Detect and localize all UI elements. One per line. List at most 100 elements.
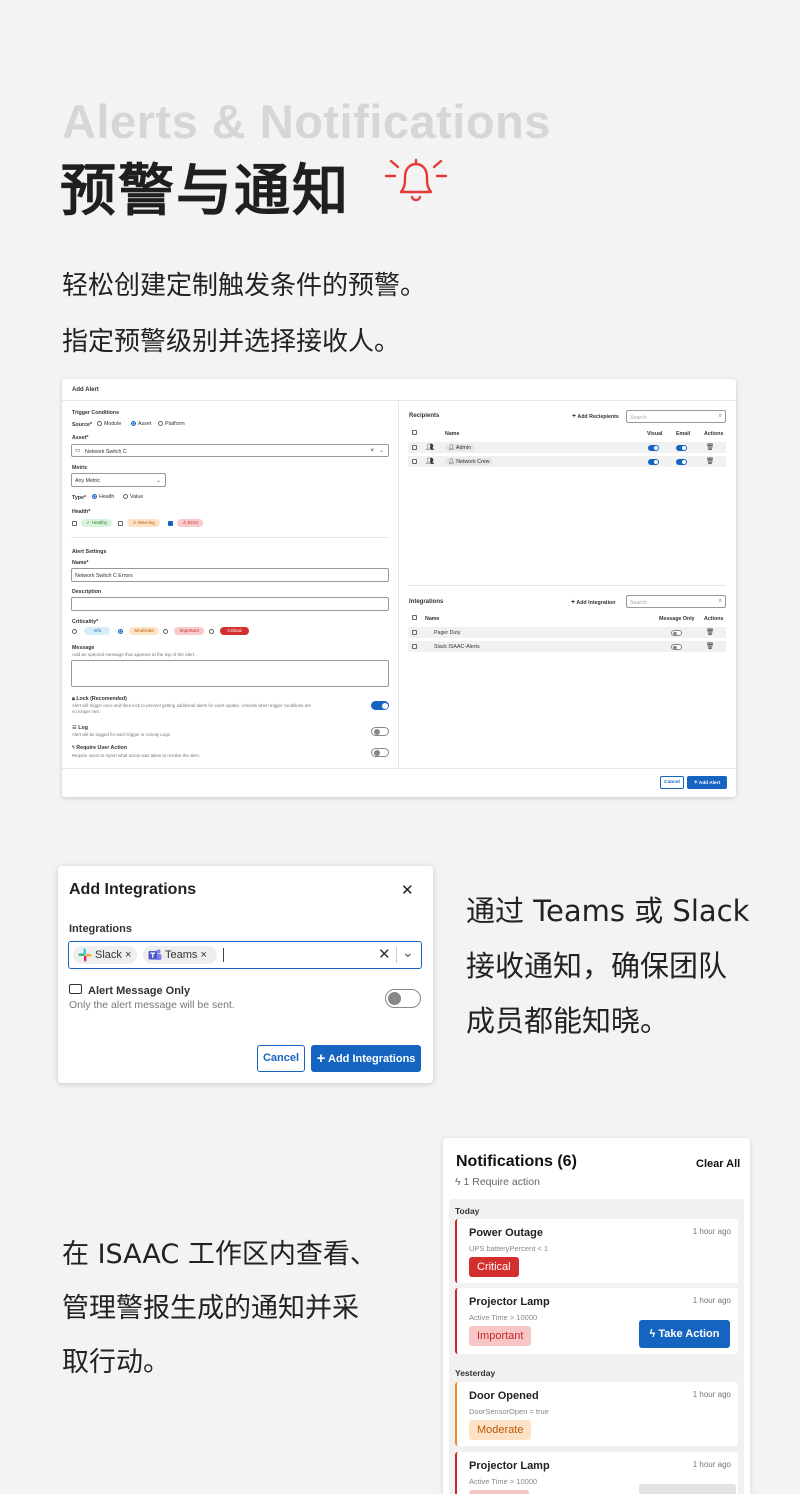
take-action-button[interactable] [639,1484,736,1494]
list-icon: ☰ [72,725,77,731]
integrations-heading: Integrations [409,599,444,605]
header-email: Email [676,431,691,437]
english-title: Alerts & Notifications [62,95,551,148]
select-all-checkbox[interactable] [412,615,417,621]
trash-icon[interactable]: 🗑︎ [706,457,714,465]
chevron-down-icon[interactable]: ⌄ [402,944,414,961]
log-toggle[interactable] [371,727,389,736]
chevron-down-icon: ⌄ [155,477,161,484]
alert-message-only-desc: Only the alert message will be sent. [69,999,235,1011]
alert-message-only-label: Alert Message Only [88,985,191,997]
type-label: Type* [72,495,87,501]
integrations-search-input[interactable]: Search ⌕ [626,595,726,608]
search-placeholder: Search [630,414,647,421]
alert-message-only-toggle[interactable] [385,989,421,1008]
integrations-label: Integrations [69,923,132,935]
metric-select[interactable]: Any Metric ⌄ [71,473,166,487]
criticality-radio-info[interactable]: Info [72,627,111,635]
lock-icon: 🔒︎ [72,696,75,702]
row-checkbox[interactable] [412,459,417,465]
alert-settings-heading: Alert Settings [72,549,107,555]
close-icon[interactable]: ✕ [401,881,414,899]
trash-icon[interactable]: 🗑︎ [706,443,714,451]
notification-title: Door Opened [469,1390,539,1402]
header-message-only: Message Only [659,616,695,622]
cancel-button[interactable]: Cancel [660,776,684,789]
add-recipients-button[interactable]: + Add Reciepients [572,413,619,420]
metric-value: Any Metric [75,478,101,484]
trigger-conditions-heading: Trigger Conditions [72,410,120,416]
criticality-label: Criticality* [72,619,99,625]
chip-teams[interactable]: Teams × [143,946,217,964]
add-integrations-button[interactable]: + Add Integrations [311,1045,421,1072]
clear-icon[interactable]: ✕ [378,945,391,963]
integration-name: Pager Duty [434,630,461,636]
add-integrations-dialog: Add Integrations ✕ Integrations Slack × … [58,866,433,1083]
side-text-2-line-1: 在 ISAAC 工作区内查看、 [62,1239,377,1270]
type-radio-value[interactable]: Value [123,494,143,500]
chip-remove-icon[interactable]: × [200,949,206,961]
message-only-toggle[interactable] [671,644,682,650]
source-radio-platform[interactable]: Platform [158,421,185,427]
health-checkbox-warning[interactable]: ⚠ Warning [118,519,160,527]
lock-desc-1: Alert will trigger once and then lock to… [72,703,311,708]
source-radio-asset[interactable]: Asset [131,421,151,427]
criticality-radio-critical[interactable]: Critical [209,627,249,635]
take-action-button[interactable]: ϟ Take Action [639,1320,730,1348]
chip-remove-icon[interactable]: × [125,949,131,961]
integrations-multiselect[interactable]: Slack × Teams × ✕ ⌄ [68,941,422,969]
health-checkbox-healthy[interactable]: ✓ Healthy [72,519,113,527]
notification-card[interactable]: Power Outage 1 hour ago UPS batteryPerce… [455,1219,738,1283]
name-input[interactable]: Network Switch C Errors [71,568,389,582]
notification-card[interactable]: Projector Lamp 1 hour ago Active Time > … [455,1288,738,1354]
notifications-panel: Notifications (6) Clear All ϟ 1 Require … [443,1138,750,1494]
trash-icon[interactable]: 🗑︎ [706,628,714,636]
criticality-radio-moderate[interactable]: Moderate [118,627,159,635]
email-toggle[interactable] [676,459,687,465]
add-alert-title: Add Alert [72,387,99,393]
lead-line-2: 指定预警级别并选择接收人。 [62,327,401,357]
notification-detail: DoorSensorOpen = true [469,1407,549,1416]
add-integration-button[interactable]: + Add Integration [571,599,616,606]
notification-card[interactable]: Projector Lamp 1 hour ago Active Time > … [455,1452,738,1494]
lock-desc-2: no longer met. [72,709,101,714]
add-alert-button[interactable]: + Add Alert [687,776,727,789]
badge-critical: Critical [469,1257,519,1277]
description-input[interactable] [71,597,389,611]
description-label: Description [72,589,102,595]
source-radio-module[interactable]: Module [97,421,121,427]
message-hint: Add an optional message that appears at … [72,652,196,657]
select-all-checkbox[interactable] [412,430,417,436]
recipients-search-input[interactable]: Search ⌕ [626,410,726,423]
row-checkbox[interactable] [412,630,417,636]
notification-card[interactable]: Door Opened 1 hour ago DoorSensorOpen = … [455,1382,738,1446]
health-label: Health* [72,509,91,515]
slack-icon [78,948,92,962]
message-only-toggle[interactable] [671,630,682,636]
row-checkbox[interactable] [412,644,417,650]
message-input[interactable] [71,660,389,687]
asset-select[interactable]: ▭ Network Switch C × ⌄ [71,444,389,457]
row-checkbox[interactable] [412,445,417,451]
lock-toggle[interactable] [371,701,389,710]
comment-icon [69,984,82,994]
cancel-button[interactable]: Cancel [257,1045,305,1072]
health-checkbox-error[interactable]: ⚠ Error [168,519,204,527]
email-toggle[interactable] [676,445,687,451]
trash-icon[interactable]: 🗑︎ [706,642,714,650]
visual-toggle[interactable] [648,445,659,451]
notification-detail: Active Time > 10000 [469,1313,538,1322]
chevron-down-icon[interactable]: ⌄ [379,447,384,454]
visual-toggle[interactable] [648,459,659,465]
header-actions: Actions [704,431,724,437]
action-title: ϟ Require User Action [72,745,128,751]
chip-slack[interactable]: Slack × [73,946,137,964]
clear-icon[interactable]: × [370,447,374,454]
add-alert-window: Add Alert Trigger Conditions Source* Mod… [62,379,736,797]
criticality-radio-important[interactable]: Important [163,627,204,635]
type-radio-health[interactable]: Health [92,494,114,500]
message-label: Message [72,645,95,651]
require-action-toggle[interactable] [371,748,389,757]
clear-all-button[interactable]: Clear All [696,1158,740,1170]
lightning-icon: ϟ [455,1176,461,1188]
